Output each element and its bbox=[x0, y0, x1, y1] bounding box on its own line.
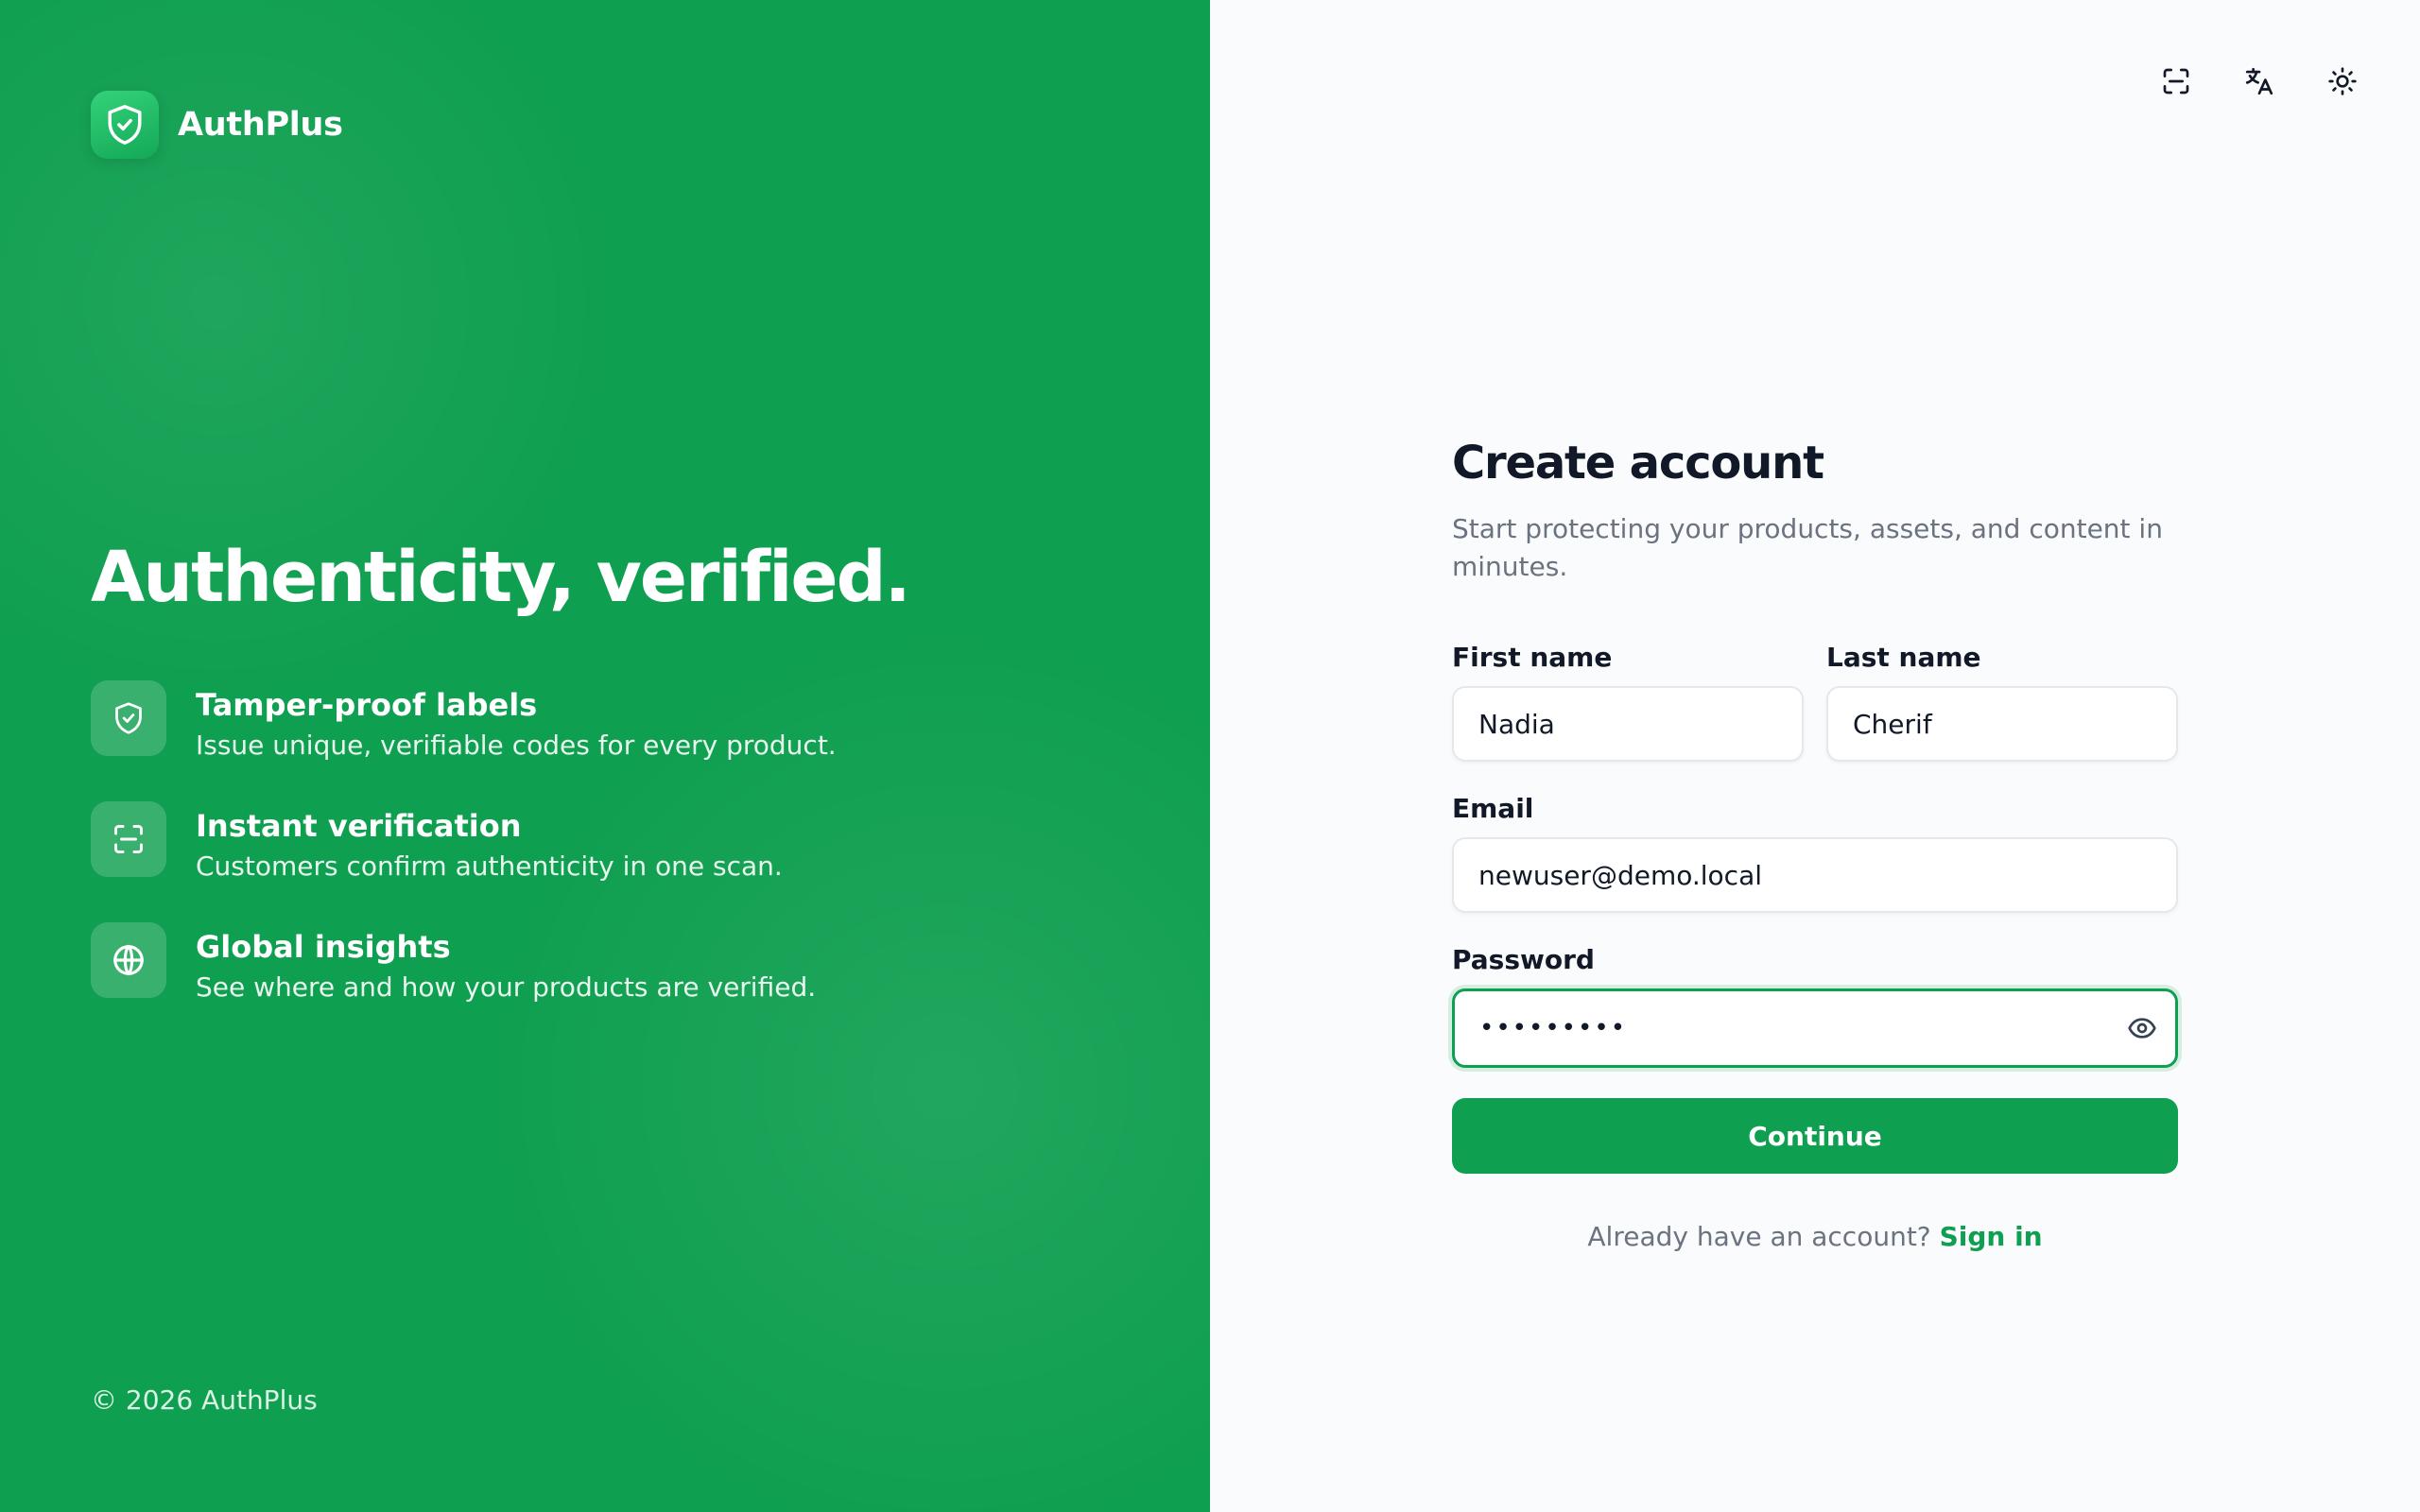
continue-button[interactable]: Continue bbox=[1452, 1098, 2178, 1174]
signin-prompt: Already have an account? bbox=[1587, 1221, 1931, 1252]
top-toolbar bbox=[2123, 60, 2373, 106]
last-name-field-group: Last name bbox=[1826, 641, 2178, 762]
feature-title: Instant verification bbox=[196, 808, 522, 844]
password-input[interactable] bbox=[1452, 988, 2178, 1068]
first-name-field-group: First name bbox=[1452, 641, 1804, 762]
feature-item: Instant verification Customers confirm a… bbox=[91, 801, 1131, 922]
page-title: Create account bbox=[1452, 437, 1824, 490]
signup-form: Create account Start protecting your pro… bbox=[1452, 435, 2178, 1252]
feature-description: Customers confirm authenticity in one sc… bbox=[196, 850, 783, 882]
first-name-label: First name bbox=[1452, 642, 1613, 673]
first-name-input[interactable] bbox=[1452, 686, 1804, 762]
feature-title: Global insights bbox=[196, 929, 451, 965]
copyright: © 2026 AuthPlus bbox=[91, 1384, 318, 1416]
email-label: Email bbox=[1452, 793, 1534, 824]
sun-icon bbox=[2327, 66, 2358, 100]
language-button[interactable] bbox=[2229, 60, 2290, 106]
last-name-label: Last name bbox=[1826, 642, 1981, 673]
brand-logo: AuthPlus bbox=[91, 91, 343, 159]
scan-icon bbox=[91, 801, 166, 877]
brand-name: AuthPlus bbox=[178, 106, 343, 144]
hero-title: Authenticity, verified. bbox=[91, 537, 911, 618]
signin-link[interactable]: Sign in bbox=[1940, 1221, 2043, 1252]
brand-panel: AuthPlus Authenticity, verified. Tamper-… bbox=[0, 0, 1210, 1512]
globe-icon bbox=[91, 922, 166, 998]
password-field-group: Password bbox=[1452, 943, 2178, 1068]
signin-prompt-row: Already have an account? Sign in bbox=[1452, 1221, 2178, 1252]
feature-item: Global insights See where and how your p… bbox=[91, 922, 1131, 1043]
feature-description: Issue unique, verifiable codes for every… bbox=[196, 730, 837, 761]
scan-icon bbox=[2161, 66, 2191, 100]
password-label: Password bbox=[1452, 944, 1595, 975]
feature-description: See where and how your products are veri… bbox=[196, 971, 817, 1003]
email-field-group: Email bbox=[1452, 792, 2178, 913]
translate-icon bbox=[2243, 65, 2275, 101]
last-name-input[interactable] bbox=[1826, 686, 2178, 762]
shield-check-icon bbox=[91, 680, 166, 756]
feature-title: Tamper-proof labels bbox=[196, 687, 538, 723]
email-input[interactable] bbox=[1452, 837, 2178, 913]
scan-button[interactable] bbox=[2146, 60, 2206, 106]
eye-icon[interactable] bbox=[2127, 1013, 2157, 1043]
shield-check-icon bbox=[91, 91, 159, 159]
page-subtitle: Start protecting your products, assets, … bbox=[1452, 513, 2163, 582]
feature-item: Tamper-proof labels Issue unique, verifi… bbox=[91, 680, 1131, 801]
feature-list: Tamper-proof labels Issue unique, verifi… bbox=[91, 680, 1131, 1043]
theme-toggle-button[interactable] bbox=[2312, 60, 2373, 106]
